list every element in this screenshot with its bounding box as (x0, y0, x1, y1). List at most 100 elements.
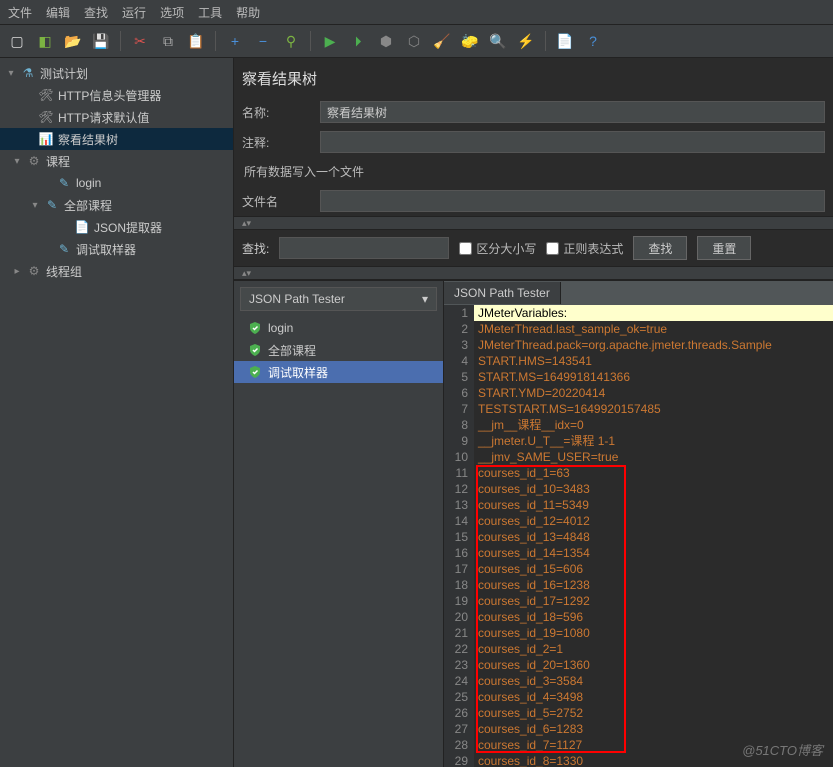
wand-icon[interactable]: ⚲ (280, 30, 302, 52)
collapse-bar-2[interactable]: ▴▾ (234, 266, 833, 280)
tree-item-course[interactable]: ▾⚙ 课程 (0, 150, 233, 172)
function-icon[interactable]: 📄 (554, 30, 576, 52)
pipette-icon: ✎ (56, 175, 72, 191)
wrench-icon: 🛠 (38, 109, 54, 125)
tree-root[interactable]: ▾⚗ 测试计划 (0, 62, 233, 84)
search-icon[interactable]: 🔍 (487, 30, 509, 52)
tab-json-path[interactable]: JSON Path Tester (444, 282, 561, 304)
filename-input[interactable] (320, 190, 825, 212)
page-icon: 📄 (74, 219, 90, 235)
code-line: TESTSTART.MS=1649920157485 (474, 401, 833, 417)
tree-item-http-header[interactable]: 🛠 HTTP信息头管理器 (0, 84, 233, 106)
collapse-bar-1[interactable]: ▴▾ (234, 216, 833, 230)
reset-button[interactable]: 重置 (697, 236, 751, 260)
code-line: courses_id_15=606 (474, 561, 833, 577)
comment-input[interactable] (320, 131, 825, 153)
open-icon[interactable]: 📂 (62, 30, 84, 52)
code-line: courses_id_12=4012 (474, 513, 833, 529)
results-tree: JSON Path Tester ▾ login 全部课程 调试取样器 (234, 281, 444, 767)
flask-icon: ⚗ (20, 65, 36, 81)
result-label: 调试取样器 (268, 364, 328, 381)
search-input[interactable] (279, 237, 449, 259)
menu-search[interactable]: 查找 (84, 4, 108, 21)
tree-label: 察看结果树 (58, 131, 118, 148)
tree-item-thread-group[interactable]: ▸⚙ 线程组 (0, 260, 233, 282)
tree-item-http-defaults[interactable]: 🛠 HTTP请求默认值 (0, 106, 233, 128)
test-plan-tree[interactable]: ▾⚗ 测试计划 🛠 HTTP信息头管理器 🛠 HTTP请求默认值 📊 察看结果树… (0, 58, 234, 767)
run-icon[interactable]: ▶ (319, 30, 341, 52)
name-input[interactable] (320, 101, 825, 123)
tree-label: HTTP请求默认值 (58, 109, 149, 126)
tree-label: JSON提取器 (94, 219, 162, 236)
results-area: JSON Path Tester ▾ login 全部课程 调试取样器 (234, 280, 833, 767)
gear-icon: ⚙ (26, 263, 42, 279)
clear-icon[interactable]: 🧹 (431, 30, 453, 52)
panel-title: 察看结果树 (234, 58, 833, 97)
tree-item-login[interactable]: ✎ login (0, 172, 233, 194)
tree-item-debug-sampler[interactable]: ✎ 调试取样器 (0, 238, 233, 260)
menu-tools[interactable]: 工具 (198, 4, 222, 21)
run-remote-icon[interactable]: ⏵ (347, 30, 369, 52)
code-line: courses_id_16=1238 (474, 577, 833, 593)
code-area[interactable]: 1234567891011121314151617181920212223242… (444, 305, 833, 767)
result-item-login[interactable]: login (234, 317, 443, 339)
cut-icon[interactable]: ✂ (129, 30, 151, 52)
code-line: courses_id_20=1360 (474, 657, 833, 673)
tree-label: 调试取样器 (76, 241, 136, 258)
tree-label: 课程 (46, 153, 70, 170)
code-line: JMeterThread.pack=org.apache.jmeter.thre… (474, 337, 833, 353)
code-line: courses_id_19=1080 (474, 625, 833, 641)
wrench-icon: 🛠 (38, 87, 54, 103)
code-line: courses_id_11=5349 (474, 497, 833, 513)
tree-label: 线程组 (46, 263, 82, 280)
case-checkbox[interactable] (459, 242, 472, 255)
line-gutter: 1234567891011121314151617181920212223242… (444, 305, 474, 767)
menu-run[interactable]: 运行 (122, 4, 146, 21)
result-label: 全部课程 (268, 342, 316, 359)
find-button[interactable]: 查找 (633, 236, 687, 260)
menu-options[interactable]: 选项 (160, 4, 184, 21)
tree-item-json-extractor[interactable]: 📄 JSON提取器 (0, 216, 233, 238)
chevron-down-icon: ▾ (422, 292, 428, 306)
regex-checkbox[interactable] (546, 242, 559, 255)
plus-icon[interactable]: + (224, 30, 246, 52)
stop-icon[interactable]: ⬢ (375, 30, 397, 52)
paste-icon[interactable]: 📋 (185, 30, 207, 52)
file-section-label: 所有数据写入一个文件 (234, 157, 833, 186)
menu-file[interactable]: 文件 (8, 4, 32, 21)
reset-search-icon[interactable]: ⚡ (515, 30, 537, 52)
toolbar: ▢ ◧ 📂 💾 ✂ ⧉ 📋 + − ⚲ ▶ ⏵ ⬢ ⬡ 🧹 🧽 🔍 ⚡ 📄 ? (0, 24, 833, 58)
menubar: 文件 编辑 查找 运行 选项 工具 帮助 (0, 0, 833, 24)
regex-label: 正则表达式 (563, 240, 623, 257)
shutdown-icon[interactable]: ⬡ (403, 30, 425, 52)
minus-icon[interactable]: − (252, 30, 274, 52)
menu-help[interactable]: 帮助 (236, 4, 260, 21)
templates-icon[interactable]: ◧ (34, 30, 56, 52)
pipette-icon: ✎ (44, 197, 60, 213)
renderer-dropdown[interactable]: JSON Path Tester ▾ (240, 287, 437, 311)
name-label: 名称: (242, 104, 312, 121)
save-icon[interactable]: 💾 (90, 30, 112, 52)
shield-icon (248, 343, 262, 357)
menu-edit[interactable]: 编辑 (46, 4, 70, 21)
result-item-courses[interactable]: 全部课程 (234, 339, 443, 361)
code-line: courses_id_10=3483 (474, 481, 833, 497)
help-icon[interactable]: ? (582, 30, 604, 52)
code-line: START.HMS=143541 (474, 353, 833, 369)
tree-label: login (76, 176, 101, 190)
new-icon[interactable]: ▢ (6, 30, 28, 52)
gear-icon: ⚙ (26, 153, 42, 169)
clear-all-icon[interactable]: 🧽 (459, 30, 481, 52)
code-line: courses_id_6=1283 (474, 721, 833, 737)
tree-item-results-tree[interactable]: 📊 察看结果树 (0, 128, 233, 150)
tree-label: HTTP信息头管理器 (58, 87, 161, 104)
code-line: JMeterThread.last_sample_ok=true (474, 321, 833, 337)
tree-item-all-courses[interactable]: ▾✎ 全部课程 (0, 194, 233, 216)
result-item-debug[interactable]: 调试取样器 (234, 361, 443, 383)
chart-icon: 📊 (38, 131, 54, 147)
code-line: courses_id_4=3498 (474, 689, 833, 705)
copy-icon[interactable]: ⧉ (157, 30, 179, 52)
code-line: courses_id_13=4848 (474, 529, 833, 545)
code-line: courses_id_1=63 (474, 465, 833, 481)
pipette-icon: ✎ (56, 241, 72, 257)
